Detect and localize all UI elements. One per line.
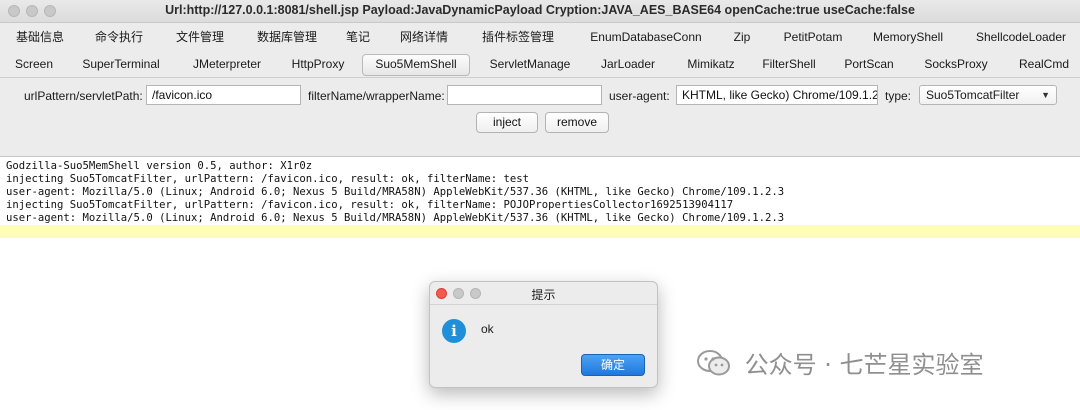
tab-zip[interactable]: Zip bbox=[726, 28, 758, 48]
dialog-titlebar: 提示 bbox=[430, 282, 657, 305]
tab-suo5-mem-shell[interactable]: Suo5MemShell bbox=[362, 54, 470, 76]
dialog-message: ok bbox=[481, 322, 494, 336]
chevron-down-icon: ▼ bbox=[1041, 90, 1050, 100]
tab-filter-shell[interactable]: FilterShell bbox=[760, 55, 818, 75]
filter-name-label: filterName/wrapperName: bbox=[308, 89, 445, 103]
tab-plugin-tag-manager[interactable]: 插件标签管理 bbox=[478, 28, 558, 48]
tab-row-1: 基础信息 命令执行 文件管理 数据库管理 笔记 网络详情 插件标签管理 Enum… bbox=[0, 24, 1080, 50]
tab-real-cmd[interactable]: RealCmd bbox=[1014, 55, 1074, 75]
current-line-highlight bbox=[0, 225, 1080, 238]
tab-petit-potam[interactable]: PetitPotam bbox=[780, 28, 846, 48]
tab-jmeterpreter[interactable]: JMeterpreter bbox=[188, 55, 266, 75]
tab-basic-info[interactable]: 基础信息 bbox=[8, 28, 72, 48]
tab-screen[interactable]: Screen bbox=[8, 55, 60, 75]
dialog-title: 提示 bbox=[531, 288, 556, 302]
window-titlebar: Url:http://127.0.0.1:8081/shell.jsp Payl… bbox=[0, 0, 1080, 23]
tab-row-2: Screen SuperTerminal JMeterpreter HttpPr… bbox=[0, 51, 1080, 78]
tab-notes[interactable]: 笔记 bbox=[340, 28, 376, 48]
window-title: Url:http://127.0.0.1:8081/shell.jsp Payl… bbox=[165, 3, 915, 17]
tab-enum-database-conn[interactable]: EnumDatabaseConn bbox=[588, 28, 704, 48]
alert-dialog: 提示 i ok 确定 bbox=[429, 281, 658, 388]
watermark: 公众号 · 七芒星实验室 bbox=[697, 345, 984, 385]
ok-button[interactable]: 确定 bbox=[581, 354, 645, 376]
type-select-value: Suo5TomcatFilter bbox=[926, 88, 1020, 102]
tab-command-exec[interactable]: 命令执行 bbox=[90, 28, 148, 48]
url-pattern-label: urlPattern/servletPath: bbox=[24, 89, 143, 103]
log-line: Godzilla-Suo5MemShell version 0.5, autho… bbox=[6, 160, 313, 172]
wechat-icon bbox=[697, 349, 731, 383]
tab-database-manager[interactable]: 数据库管理 bbox=[254, 28, 320, 48]
user-agent-input[interactable]: KHTML, like Gecko) Chrome/109.1.2.3 bbox=[676, 85, 878, 105]
tab-memory-shell[interactable]: MemoryShell bbox=[870, 28, 946, 48]
type-select[interactable]: Suo5TomcatFilter ▼ bbox=[919, 85, 1057, 105]
filter-name-input[interactable] bbox=[447, 85, 602, 105]
watermark-text: 公众号 · 七芒星实验室 bbox=[744, 351, 984, 379]
remove-button[interactable]: remove bbox=[545, 112, 609, 133]
tab-file-manager[interactable]: 文件管理 bbox=[170, 28, 230, 48]
tab-super-terminal[interactable]: SuperTerminal bbox=[80, 55, 162, 75]
inject-button[interactable]: inject bbox=[476, 112, 538, 133]
type-label: type: bbox=[885, 89, 912, 103]
log-line: user-agent: Mozilla/5.0 (Linux; Android … bbox=[6, 186, 785, 198]
log-line: user-agent: Mozilla/5.0 (Linux; Android … bbox=[6, 212, 785, 224]
tab-http-proxy[interactable]: HttpProxy bbox=[288, 55, 348, 75]
user-agent-label: user-agent: bbox=[609, 89, 670, 103]
info-icon: i bbox=[442, 319, 466, 343]
inject-form: urlPattern/servletPath: /favicon.ico fil… bbox=[0, 84, 1080, 108]
tab-socks-proxy[interactable]: SocksProxy bbox=[920, 55, 992, 75]
tab-jar-loader[interactable]: JarLoader bbox=[598, 55, 658, 75]
tab-mimikatz[interactable]: Mimikatz bbox=[682, 55, 740, 75]
url-pattern-input[interactable]: /favicon.ico bbox=[146, 85, 301, 105]
log-line: injecting Suo5TomcatFilter, urlPattern: … bbox=[6, 173, 529, 185]
tab-shellcode-loader[interactable]: ShellcodeLoader bbox=[974, 28, 1068, 48]
tab-network-details[interactable]: 网络详情 bbox=[396, 28, 452, 48]
tab-servlet-manage[interactable]: ServletManage bbox=[488, 55, 572, 75]
tab-port-scan[interactable]: PortScan bbox=[842, 55, 896, 75]
log-line: injecting Suo5TomcatFilter, urlPattern: … bbox=[6, 199, 734, 211]
